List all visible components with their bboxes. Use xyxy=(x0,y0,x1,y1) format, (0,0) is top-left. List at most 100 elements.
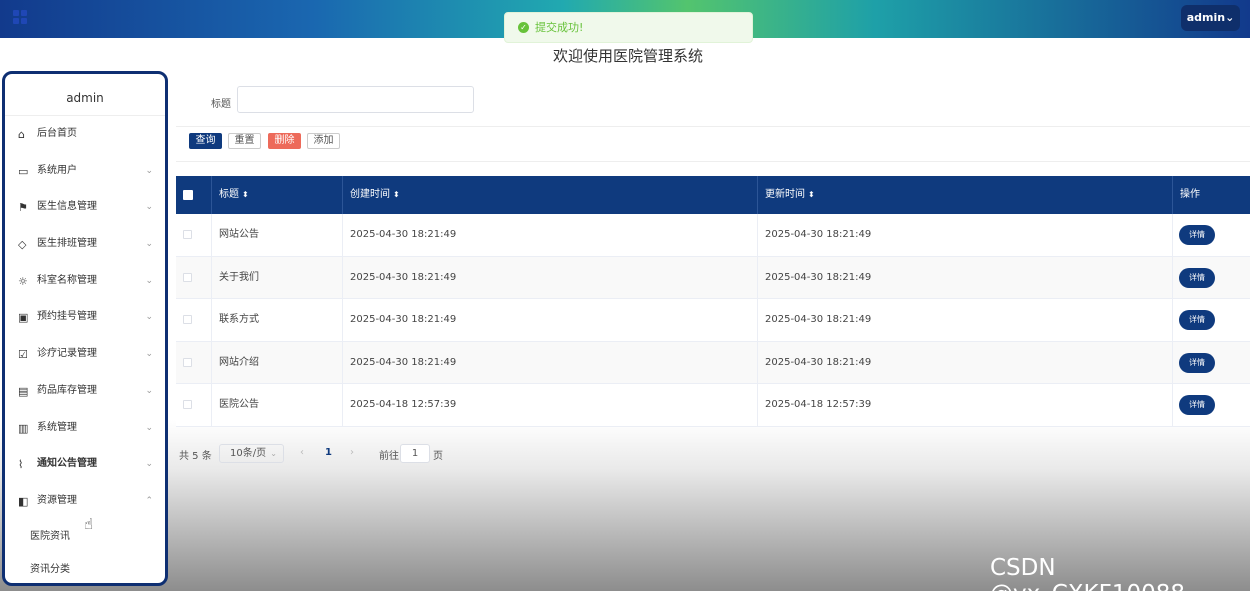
add-button[interactable]: 添加 xyxy=(307,133,340,149)
sidebar-user: admin xyxy=(5,74,165,116)
sort-icon[interactable]: ⬍ xyxy=(242,190,249,199)
sidebar-item-3[interactable]: ◇ 医生排班管理 ⌄ xyxy=(5,226,165,263)
row-checkbox[interactable] xyxy=(183,400,192,410)
delete-button[interactable]: 删除 xyxy=(268,133,301,149)
chevron-icon: ⌃ xyxy=(145,495,153,506)
reset-button[interactable]: 重置 xyxy=(228,133,261,149)
copy-icon: ◧ xyxy=(18,494,29,508)
sidebar-item-label: 系统用户 xyxy=(37,164,77,176)
row-select-cell xyxy=(176,256,212,300)
paperclip-icon: ⌇ xyxy=(18,458,24,472)
cell-title: 联系方式 xyxy=(212,299,343,342)
hand-cursor-icon: ☝ xyxy=(84,515,94,533)
chevron-icon: ⌄ xyxy=(145,275,153,286)
sun-icon: ☼ xyxy=(18,274,28,288)
row-checkbox[interactable] xyxy=(183,357,192,367)
sidebar-item-5[interactable]: ▣ 预约挂号管理 ⌄ xyxy=(5,299,165,336)
inbox-icon: ▣ xyxy=(18,311,29,325)
sort-icon[interactable]: ⬍ xyxy=(808,190,815,199)
detail-button[interactable]: 详情 xyxy=(1179,310,1215,331)
admin-dropdown-button[interactable]: admin⌄ xyxy=(1181,5,1240,31)
detail-button[interactable]: 详情 xyxy=(1179,352,1215,373)
sidebar-item-9[interactable]: ⌇ 通知公告管理 ⌄ xyxy=(5,446,165,483)
page-size-select[interactable]: 10条/页 ⌄ xyxy=(219,444,284,463)
cell-updated: 2025-04-18 12:57:39 xyxy=(758,384,1173,427)
bookmark-icon: ⚑ xyxy=(18,201,28,215)
column-title[interactable]: 标题 ⬍ xyxy=(212,176,343,214)
detail-button[interactable]: 详情 xyxy=(1179,225,1215,245)
query-button[interactable]: 查询 xyxy=(189,133,222,149)
table-row: 关于我们 2025-04-30 18:21:49 2025-04-30 18:21:… xyxy=(176,256,1250,300)
next-page-button[interactable]: › xyxy=(350,447,354,458)
column-updated[interactable]: 更新时间 ⬍ xyxy=(758,176,1173,214)
cell-created: 2025-04-30 18:21:49 xyxy=(343,299,758,342)
sidebar-item-1[interactable]: ▭ 系统用户 ⌄ xyxy=(5,153,165,190)
row-select-cell xyxy=(176,214,212,257)
page-unit-label: 页 xyxy=(433,451,443,462)
cell-created: 2025-04-30 18:21:49 xyxy=(343,256,758,300)
sidebar-item-label: 后台首页 xyxy=(37,128,77,139)
admin-label: admin xyxy=(1186,11,1226,24)
search-panel: 标题 查询 重置 删除 添加 xyxy=(176,76,1250,162)
success-toast: ✓ 提交成功! xyxy=(504,12,753,43)
pagination: 共 5 条 10条/页 ⌄ ‹ 1 › 前往 1 页 xyxy=(176,437,1250,471)
detail-button[interactable]: 详情 xyxy=(1179,395,1215,416)
sidebar: admin ⌂ 后台首页 ▭ 系统用户 ⌄ ⚑ 医生信息管理 ⌄ ◇ 医生排班管理 ⌄ ☼ 科室名称管理… xyxy=(2,71,168,586)
goto-page-input[interactable]: 1 xyxy=(400,444,430,463)
table-row: 网站介绍 2025-04-30 18:21:49 2025-04-30 18:21:… xyxy=(176,341,1250,385)
sidebar-item-label: 通知公告管理 xyxy=(37,458,97,470)
goto-label: 前往 xyxy=(379,451,399,462)
column-actions: 操作 xyxy=(1180,189,1200,200)
sidebar-item-7[interactable]: ▤ 药品库存管理 ⌄ xyxy=(5,373,165,410)
cell-updated: 2025-04-30 18:21:49 xyxy=(758,256,1173,300)
column-created[interactable]: 创建时间 ⬍ xyxy=(343,176,758,214)
sidebar-item-label: 资源管理 xyxy=(37,494,77,506)
sidebar-item-2[interactable]: ⚑ 医生信息管理 ⌄ xyxy=(5,189,165,226)
page-title: 欢迎使用医院管理系统 xyxy=(552,47,703,65)
chevron-icon: ⌄ xyxy=(145,349,153,360)
sort-icon[interactable]: ⬍ xyxy=(393,190,400,199)
cell-title: 网站公告 xyxy=(212,214,343,257)
cell-title: 关于我们 xyxy=(212,256,343,300)
sidebar-item-0[interactable]: ⌂ 后台首页 xyxy=(5,116,165,153)
row-checkbox[interactable] xyxy=(183,230,192,239)
sidebar-item-label: 医生排班管理 xyxy=(37,238,97,250)
monitor-icon: ▭ xyxy=(18,164,29,178)
data-table: 标题 ⬍ 创建时间 ⬍ 更新时间 ⬍ 操作 网站公告 2025-04-30 18:21:… xyxy=(176,176,1250,427)
message-icon: ▤ xyxy=(18,384,29,398)
select-all-checkbox[interactable] xyxy=(183,190,193,200)
sidebar-item-label: 药品库存管理 xyxy=(37,384,97,396)
title-search-input[interactable] xyxy=(237,86,474,113)
chevron-icon: ⌄ xyxy=(145,385,153,396)
toast-message: 提交成功! xyxy=(535,21,584,34)
grid-menu-icon[interactable] xyxy=(13,10,28,25)
chevron-down-icon: ⌄ xyxy=(1225,11,1235,24)
sidebar-item-label: 医生信息管理 xyxy=(37,201,97,213)
sidebar-item-4[interactable]: ☼ 科室名称管理 ⌄ xyxy=(5,263,165,300)
table-header: 标题 ⬍ 创建时间 ⬍ 更新时间 ⬍ 操作 xyxy=(176,176,1250,214)
sidebar-item-6[interactable]: ☑ 诊疗记录管理 ⌄ xyxy=(5,336,165,373)
page-number-current[interactable]: 1 xyxy=(325,447,332,458)
row-select-cell xyxy=(176,384,212,427)
archive-icon: ▥ xyxy=(18,421,29,435)
sidebar-subitem-1[interactable]: 资讯分类 xyxy=(5,553,165,583)
row-checkbox[interactable] xyxy=(183,315,192,325)
check-circle-icon: ✓ xyxy=(518,22,529,33)
cell-created: 2025-04-30 18:21:49 xyxy=(343,341,758,385)
sidebar-item-8[interactable]: ▥ 系统管理 ⌄ xyxy=(5,410,165,447)
chevron-icon: ⌄ xyxy=(145,459,153,470)
detail-button[interactable]: 详情 xyxy=(1179,267,1215,288)
home-icon: ⌂ xyxy=(18,128,25,141)
row-select-cell xyxy=(176,299,212,342)
cell-updated: 2025-04-30 18:21:49 xyxy=(758,299,1173,342)
chevron-icon: ⌄ xyxy=(145,312,153,323)
cell-updated: 2025-04-30 18:21:49 xyxy=(758,341,1173,385)
row-checkbox[interactable] xyxy=(183,272,192,282)
cell-title: 医院公告 xyxy=(212,384,343,427)
chevron-icon: ⌄ xyxy=(145,422,153,433)
watermark: CSDN @vx_CXKF10088 xyxy=(990,555,1185,591)
select-all-cell xyxy=(176,176,212,214)
chevron-icon: ⌄ xyxy=(145,165,153,176)
row-select-cell xyxy=(176,341,212,385)
prev-page-button[interactable]: ‹ xyxy=(300,447,304,458)
